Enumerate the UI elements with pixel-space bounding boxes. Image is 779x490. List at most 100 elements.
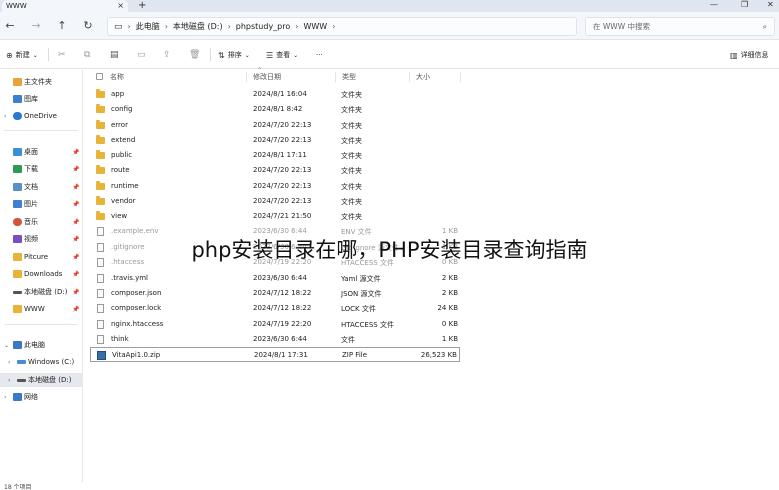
table-row[interactable]: route 2024/7/20 22:13 文件夹 (90, 163, 460, 178)
sidebar-item-label: 此电脑 (24, 341, 45, 349)
table-row[interactable]: error 2024/7/20 22:13 文件夹 (90, 118, 460, 133)
sidebar-item-network[interactable]: › 网络 (0, 390, 83, 404)
table-row[interactable]: runtime 2024/7/20 22:13 文件夹 (90, 179, 460, 194)
table-row[interactable]: app 2024/8/1 16:04 文件夹 (90, 87, 460, 102)
view-button[interactable]: ☰ 查看 ⌄ (266, 49, 298, 61)
file-date: 2024/7/20 22:13 (253, 136, 312, 144)
table-row[interactable]: public 2024/8/1 17:11 文件夹 (90, 148, 460, 163)
sidebar-item-www[interactable]: WWW 📌 (0, 302, 83, 316)
sidebar-item-label: 桌面 (24, 148, 38, 156)
chevron-right-icon[interactable]: › (228, 22, 231, 31)
rename-icon: ▭ (137, 50, 146, 60)
rename-button[interactable]: ▭ (137, 49, 146, 61)
column-divider[interactable] (246, 72, 247, 82)
file-type: 文件夹 (341, 137, 362, 145)
sidebar-item-downloads[interactable]: 下载 📌 (0, 162, 83, 176)
sidebar-item-onedrive[interactable]: › OneDrive (0, 109, 83, 123)
table-row[interactable]: .travis.yml 2023/6/30 6:44 Yaml 源文件 2 KB (90, 271, 460, 286)
tab-close-icon[interactable]: × (117, 1, 124, 10)
details-button[interactable]: ▥ 详细信息 (730, 49, 769, 61)
file-icon (97, 335, 104, 344)
table-row[interactable]: think 2023/6/30 6:44 文件 1 KB (90, 332, 460, 347)
select-all-checkbox[interactable] (96, 73, 103, 80)
sidebar-item-this-pc[interactable]: ⌄ 此电脑 (0, 338, 83, 352)
refresh-icon[interactable]: ↻ (80, 18, 96, 34)
table-row[interactable]: composer.lock 2024/7/12 18:22 LOCK 文件 24… (90, 301, 460, 316)
sidebar-item-label: 图片 (24, 200, 38, 208)
copy-button[interactable]: ⧉ (84, 49, 90, 61)
breadcrumb-phpstudy[interactable]: phpstudy_pro (236, 22, 291, 31)
table-row[interactable]: composer.json 2024/7/12 18:22 JSON 源文件 2… (90, 286, 460, 301)
paste-button[interactable]: ▤ (110, 49, 119, 61)
file-name: app (111, 90, 125, 98)
column-divider[interactable] (335, 72, 336, 82)
sidebar-item-label: 文档 (24, 183, 38, 191)
file-name: error (111, 121, 128, 129)
chevron-down-icon[interactable]: ⌄ (4, 342, 9, 349)
table-row[interactable]: extend 2024/7/20 22:13 文件夹 (90, 133, 460, 148)
column-divider[interactable] (460, 72, 461, 82)
column-date[interactable]: 修改日期 (253, 72, 281, 82)
table-row[interactable]: config 2024/8/1 8:42 文件夹 (90, 102, 460, 117)
tab-www[interactable]: WWW × (2, 0, 128, 12)
column-name[interactable]: 名称 (110, 72, 124, 82)
cut-button[interactable]: ✂ (58, 49, 66, 61)
sort-button[interactable]: ⇅ 排序 ⌄ (218, 49, 250, 61)
address-bar[interactable]: ▭ › 此电脑 › 本地磁盘 (D:) › phpstudy_pro › WWW… (107, 17, 577, 36)
network-icon (13, 393, 22, 401)
sidebar-item-label: Downloads (24, 270, 63, 278)
chevron-right-icon[interactable]: › (8, 359, 10, 366)
desktop-icon (13, 148, 22, 156)
file-date: 2024/8/1 17:31 (254, 351, 308, 359)
breadcrumb-this-pc[interactable]: 此电脑 (136, 21, 160, 32)
file-icon (97, 289, 104, 298)
folder-icon (13, 305, 22, 313)
file-name: runtime (111, 182, 139, 190)
chevron-right-icon[interactable]: › (128, 22, 131, 31)
new-button[interactable]: ⊕ 新建 ⌄ (6, 49, 38, 61)
maximize-button[interactable]: ❐ (741, 0, 748, 9)
breadcrumb-drive-d[interactable]: 本地磁盘 (D:) (173, 21, 223, 32)
close-window-button[interactable]: ✕ (767, 0, 774, 9)
column-divider[interactable] (409, 72, 410, 82)
sidebar-item-music[interactable]: 音乐 📌 (0, 215, 83, 229)
sidebar-item-downloads-folder[interactable]: Downloads 📌 (0, 267, 83, 281)
column-size[interactable]: 大小 (416, 72, 430, 82)
table-row[interactable]: nginx.htaccess 2024/7/19 22:20 HTACCESS … (90, 317, 460, 332)
share-button[interactable]: ⇪ (163, 49, 171, 61)
sidebar-item-gallery[interactable]: 图库 (0, 92, 83, 106)
file-size: 1 KB (441, 335, 458, 343)
back-arrow-icon[interactable]: ← (2, 18, 18, 34)
file-name: think (111, 335, 129, 343)
windows-drive-icon (17, 360, 26, 364)
new-tab-button[interactable]: + (138, 0, 146, 11)
sidebar-item-desktop[interactable]: 桌面 📌 (0, 145, 83, 159)
chevron-right-icon[interactable]: › (295, 22, 298, 31)
sidebar-item-label: OneDrive (24, 112, 57, 120)
delete-button[interactable]: 🗑 (189, 49, 200, 61)
chevron-right-icon[interactable]: › (165, 22, 168, 31)
chevron-right-icon[interactable]: › (332, 22, 335, 31)
up-arrow-icon[interactable]: ↑ (54, 18, 70, 34)
sidebar-item-drive-c[interactable]: › Windows (C:) (0, 355, 83, 369)
sidebar-item-drive-d-quick[interactable]: 本地磁盘 (D:) 📌 (0, 285, 83, 299)
column-type[interactable]: 类型 (342, 72, 356, 82)
sidebar-item-pictures[interactable]: 图片 📌 (0, 197, 83, 211)
folder-icon (96, 165, 105, 174)
search-input[interactable]: 在 WWW 中搜索 ⌕ (585, 17, 775, 36)
forward-arrow-icon[interactable]: → (28, 18, 44, 34)
minimize-button[interactable]: — (710, 0, 718, 9)
table-row[interactable]: vendor 2024/7/20 22:13 文件夹 (90, 194, 460, 209)
file-type: 文件夹 (341, 91, 362, 99)
table-row[interactable]: VitaApi1.0.zip 2024/8/1 17:31 ZIP File 2… (90, 347, 460, 362)
sidebar-item-documents[interactable]: 文档 📌 (0, 180, 83, 194)
pin-icon: 📌 (72, 148, 80, 156)
chevron-right-icon[interactable]: › (4, 113, 6, 120)
table-row[interactable]: view 2024/7/21 21:50 文件夹 (90, 209, 460, 224)
chevron-right-icon[interactable]: › (8, 377, 10, 384)
chevron-right-icon[interactable]: › (4, 394, 6, 401)
sidebar-item-home[interactable]: 主文件夹 (0, 75, 83, 89)
sidebar-item-drive-d[interactable]: › 本地磁盘 (D:) (0, 373, 83, 387)
more-options-button[interactable]: ··· (316, 49, 323, 61)
breadcrumb-www[interactable]: WWW (303, 22, 327, 31)
